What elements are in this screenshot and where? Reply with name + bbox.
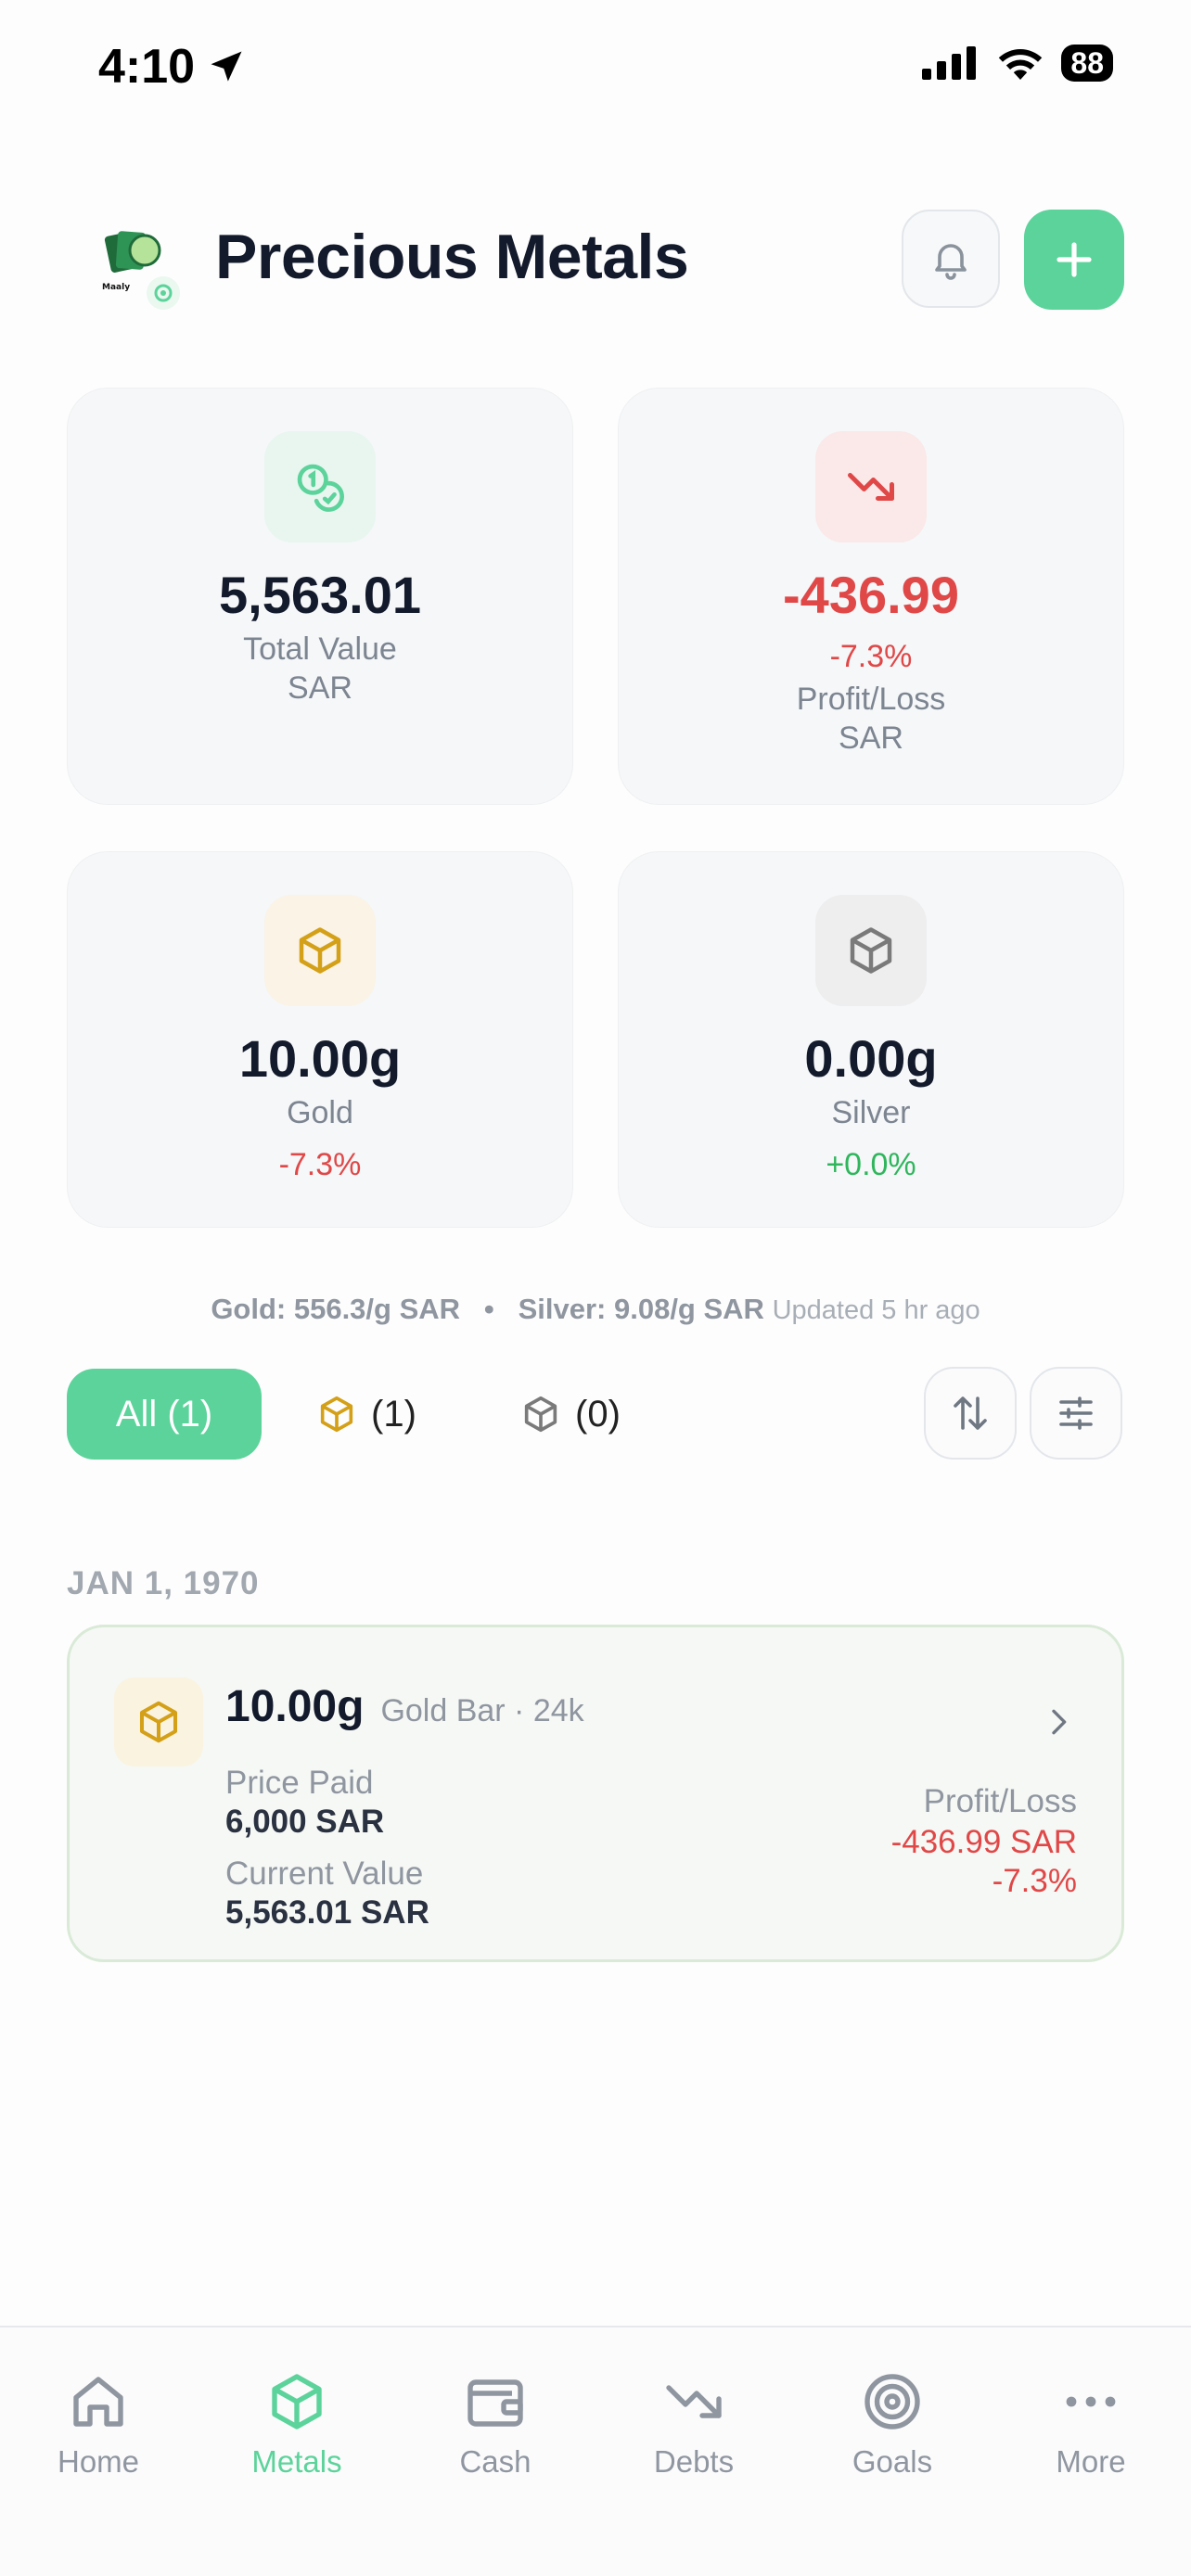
price-paid-label: Price Paid [225, 1765, 374, 1801]
total-value-label: Total Value [243, 631, 397, 667]
profit-loss-label: Profit/Loss [796, 682, 946, 717]
more-dots-icon [1066, 2396, 1116, 2407]
gold-change: -7.3% [278, 1147, 362, 1182]
chevron-right-icon [1052, 1709, 1067, 1735]
silver-weight: 0.00g [804, 1029, 938, 1088]
current-value-label: Current Value [225, 1855, 424, 1892]
nav-more[interactable]: More [1007, 2368, 1174, 2480]
nav-goals-label: Goals [852, 2444, 933, 2479]
trend-down-icon [666, 2385, 722, 2418]
coins-icon-tile [264, 431, 376, 542]
gold-bar-icon [139, 1701, 178, 1743]
filter-all[interactable]: All (1) [67, 1369, 262, 1460]
wallet-logo-icon: Maaly [102, 231, 180, 310]
filter-settings-button[interactable] [1030, 1367, 1122, 1460]
nav-metals[interactable]: Metals [213, 2368, 380, 2480]
holding-title: 10.00g Gold Bar · 24k [225, 1681, 584, 1732]
silver-label: Silver [831, 1095, 911, 1130]
wifi-icon [999, 49, 1043, 80]
holding-pl-value: -436.99 SAR [890, 1824, 1077, 1860]
silver-bar-icon [850, 927, 892, 974]
profit-loss-amount: -436.99 [783, 566, 959, 624]
gold-icon-tile [114, 1677, 203, 1766]
bottom-nav: Home Metals Cash Debts Goals More [0, 2326, 1191, 2576]
holding-item[interactable]: 10.00g Gold Bar · 24k Price Paid 6,000 S… [67, 1625, 1124, 1962]
sliders-icon [1059, 1396, 1093, 1430]
status-indicators: 88 [922, 45, 1113, 82]
filter-silver[interactable]: (0) [519, 1369, 621, 1460]
cellular-signal-icon [922, 46, 977, 80]
app-logo[interactable]: Maaly [95, 224, 184, 313]
current-value-value: 5,563.01 SAR [225, 1894, 429, 1931]
silver-icon-tile [815, 895, 927, 1006]
bell-icon [935, 244, 967, 280]
add-button[interactable] [1024, 210, 1124, 310]
home-icon [73, 2377, 123, 2427]
notifications-button[interactable] [902, 210, 1000, 308]
coins-icon [297, 464, 344, 512]
filter-gold-count: (1) [371, 1393, 416, 1435]
trend-down-icon-tile [815, 431, 927, 542]
gold-label: Gold [287, 1095, 353, 1130]
holding-description: Gold Bar · 24k [380, 1693, 584, 1728]
page-title: Precious Metals [215, 222, 689, 292]
silver-change: +0.0% [826, 1147, 916, 1182]
nav-debts[interactable]: Debts [610, 2368, 777, 2480]
plus-icon [1057, 242, 1092, 277]
nav-goals[interactable]: Goals [809, 2368, 976, 2480]
group-date: JAN 1, 1970 [67, 1565, 260, 1601]
nav-home-label: Home [57, 2444, 140, 2479]
total-value-card: 5,563.01 Total Value SAR [67, 388, 573, 805]
profit-loss-currency: SAR [839, 721, 903, 756]
holding-pl-percent: -7.3% [992, 1863, 1077, 1899]
trend-down-icon [848, 473, 894, 501]
profit-loss-card: -436.99 -7.3% Profit/Loss SAR [618, 388, 1124, 805]
price-paid-value: 6,000 SAR [225, 1804, 385, 1840]
gold-bar-icon [299, 927, 341, 974]
target-icon [864, 2374, 920, 2429]
gold-bar-icon [320, 1396, 353, 1433]
holding-weight: 10.00g [225, 1682, 365, 1731]
nav-more-label: More [1056, 2444, 1126, 2479]
location-arrow-icon [211, 51, 242, 82]
nav-metals-label: Metals [251, 2444, 342, 2479]
price-separator: • [483, 1293, 494, 1325]
total-value-currency: SAR [288, 670, 352, 706]
sort-arrows-icon [954, 1396, 987, 1430]
filter-silver-count: (0) [575, 1393, 621, 1435]
filter-gold[interactable]: (1) [315, 1369, 416, 1460]
gold-card[interactable]: 10.00g Gold -7.3% [67, 851, 573, 1228]
svg-text:Maaly: Maaly [102, 283, 130, 292]
nav-debts-label: Debts [653, 2444, 735, 2479]
total-value-amount: 5,563.01 [219, 566, 421, 624]
status-time: 4:10 [98, 39, 247, 95]
metals-cube-icon [272, 2374, 322, 2429]
profit-loss-percent: -7.3% [829, 639, 913, 674]
gold-price: Gold: 556.3/g SAR [211, 1293, 461, 1325]
nav-home[interactable]: Home [15, 2368, 182, 2480]
holding-pl-label: Profit/Loss [923, 1783, 1077, 1819]
nav-cash-label: Cash [459, 2444, 531, 2479]
silver-bar-icon [524, 1396, 557, 1433]
gold-weight: 10.00g [238, 1029, 402, 1088]
sort-button[interactable] [924, 1367, 1017, 1460]
spot-prices: Gold: 556.3/g SAR • Silver: 9.08/g SAR U… [0, 1293, 1191, 1326]
silver-price: Silver: 9.08/g SAR [518, 1293, 764, 1325]
wallet-icon [467, 2379, 523, 2427]
updated-time: Updated 5 hr ago [772, 1295, 980, 1325]
silver-card[interactable]: 0.00g Silver +0.0% [618, 851, 1124, 1228]
nav-cash[interactable]: Cash [412, 2368, 579, 2480]
battery-indicator: 88 [1061, 45, 1113, 82]
gold-icon-tile [264, 895, 376, 1006]
